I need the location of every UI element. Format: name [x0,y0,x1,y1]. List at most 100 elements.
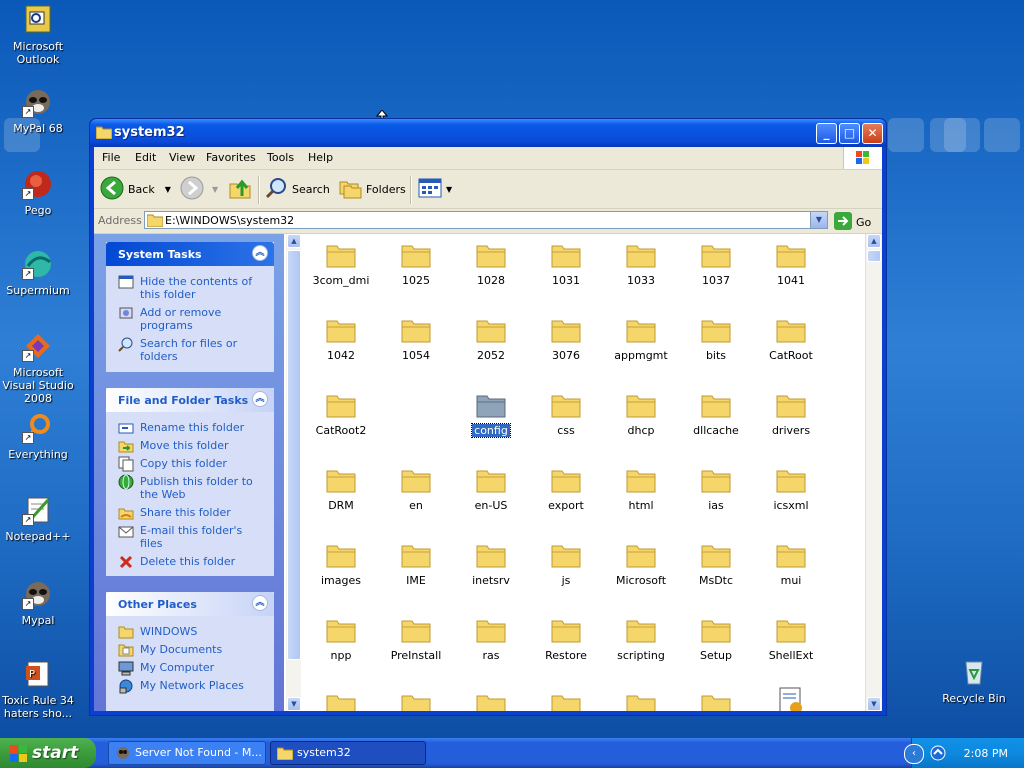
folder-item-partial[interactable] [680,692,752,711]
folder-item[interactable]: 1037 [680,242,752,287]
folder-item[interactable]: ShellExt [755,617,827,662]
start-button[interactable]: start [0,738,96,768]
folder-item[interactable]: 3076 [530,317,602,362]
folder-item[interactable]: Setup [680,617,752,662]
folder-item[interactable]: 1025 [380,242,452,287]
task-copy-folder[interactable]: Copy this folder [106,454,274,472]
folder-item[interactable]: appmgmt [605,317,677,362]
task-publish-web[interactable]: Publish this folder to the Web [106,472,274,503]
folder-item[interactable]: dhcp [605,392,677,437]
go-button[interactable]: Go [834,212,871,233]
place-my-documents[interactable]: My Documents [106,640,274,658]
task-share-folder[interactable]: Share this folder [106,503,274,521]
task-email-files[interactable]: E-mail this folder's files [106,521,274,552]
back-button[interactable]: Back ▼ [100,176,171,202]
place-my-network-places[interactable]: My Network Places [106,676,274,694]
task-delete-folder[interactable]: Delete this folder [106,552,274,570]
folder-item[interactable]: DRM [305,467,377,512]
desktop-icon-powerpoint[interactable]: P Toxic Rule 34 haters sho... [0,658,76,720]
settings-file-item[interactable] [755,686,827,711]
file-list-scrollbar[interactable]: ▲ ▼ [865,234,882,711]
folder-item-partial[interactable] [455,692,527,711]
folder-item-partial[interactable] [530,692,602,711]
views-button[interactable]: ▼ [418,176,452,202]
folder-item[interactable]: css [530,392,602,437]
folder-item[interactable]: scripting [605,617,677,662]
folder-item[interactable]: en [380,467,452,512]
chevron-down-icon[interactable]: ▼ [165,185,171,194]
folder-item-partial[interactable] [380,692,452,711]
folder-item[interactable]: mui [755,542,827,587]
file-folder-tasks-header[interactable]: File and Folder Tasks ︽ [106,388,274,412]
folder-item[interactable]: config [455,392,527,438]
folder-item[interactable]: 1031 [530,242,602,287]
folder-item[interactable]: html [605,467,677,512]
folder-item[interactable]: CatRoot [755,317,827,362]
desktop-icon-notepadpp[interactable]: ↗ Notepad++ [0,494,76,543]
task-rename-folder[interactable]: Rename this folder [106,418,274,436]
desktop-icon-outlook[interactable]: Microsoft Outlook [0,4,76,66]
folder-item-partial[interactable] [305,692,377,711]
folder-item[interactable]: npp [305,617,377,662]
folder-item[interactable]: 1042 [305,317,377,362]
folder-item[interactable]: MsDtc [680,542,752,587]
folder-item[interactable]: 1033 [605,242,677,287]
scroll-down-arrow-icon[interactable]: ▼ [867,697,881,711]
folder-item[interactable]: dllcache [680,392,752,437]
task-search-files[interactable]: Search for files or folders [106,334,274,365]
folder-item[interactable]: CatRoot2 [305,392,377,437]
menu-help[interactable]: Help [308,151,333,164]
menu-favorites[interactable]: Favorites [206,151,256,164]
folder-item[interactable]: Microsoft [605,542,677,587]
place-my-computer[interactable]: My Computer [106,658,274,676]
chevron-down-icon[interactable]: ▼ [212,185,218,194]
folder-item[interactable]: en-US [455,467,527,512]
taskbar-task-system32[interactable]: system32 [270,741,426,765]
desktop-icon-everything[interactable]: ↗ Everything [0,412,76,461]
folder-item[interactable]: 2052 [455,317,527,362]
scroll-thumb[interactable] [867,250,881,262]
menu-tools[interactable]: Tools [267,151,294,164]
address-input[interactable]: E:\WINDOWS\system32 ▼ [144,211,828,229]
taskbar-task-browser[interactable]: Server Not Found - M... [108,741,266,765]
show-hidden-icons-chevron-icon[interactable]: ‹ [904,744,924,764]
folder-item[interactable]: drivers [755,392,827,437]
task-add-remove-programs[interactable]: Add or remove programs [106,303,274,334]
folder-item[interactable]: 1041 [755,242,827,287]
folder-item[interactable]: IME [380,542,452,587]
up-folder-button[interactable] [228,176,252,202]
desktop-icon-mypal[interactable]: ↗ Mypal [0,578,76,627]
task-hide-contents[interactable]: Hide the contents of this folder [106,272,274,303]
desktop-icon-mypal68[interactable]: ↗ MyPal 68 [0,86,76,135]
scroll-up-arrow-icon[interactable]: ▲ [287,234,301,248]
maximize-button[interactable]: □ [839,123,860,144]
folder-item[interactable]: 3com_dmi [305,242,377,287]
folder-item[interactable]: js [530,542,602,587]
close-button[interactable]: ✕ [862,123,883,144]
scroll-up-arrow-icon[interactable]: ▲ [867,234,881,248]
system-tasks-header[interactable]: System Tasks ︽ [106,242,274,266]
folder-item[interactable]: ias [680,467,752,512]
folder-item[interactable]: 1028 [455,242,527,287]
folder-item[interactable]: export [530,467,602,512]
folder-item[interactable]: Restore [530,617,602,662]
desktop-icon-supermium[interactable]: ↗ Supermium [0,248,76,297]
other-places-header[interactable]: Other Places ︽ [106,592,274,616]
collapse-chevron-icon[interactable]: ︽ [252,595,268,611]
title-bar[interactable]: system32 _ □ ✕ [90,119,886,147]
minimize-button[interactable]: _ [816,123,837,144]
folder-item[interactable]: inetsrv [455,542,527,587]
folder-item[interactable]: 1054 [380,317,452,362]
folder-item-partial[interactable] [605,692,677,711]
scroll-down-arrow-icon[interactable]: ▼ [287,697,301,711]
scroll-thumb[interactable] [287,250,301,660]
tray-app-icon[interactable] [930,745,946,761]
forward-button[interactable]: ▼ [180,176,218,202]
desktop-icon-visual-studio[interactable]: ↗ Microsoft Visual Studio 2008 [0,330,76,405]
folder-item[interactable]: images [305,542,377,587]
menu-view[interactable]: View [169,151,195,164]
desktop-icon-recycle-bin[interactable]: Recycle Bin [936,656,1012,705]
folder-item[interactable]: PreInstall [380,617,452,662]
folder-item[interactable]: icsxml [755,467,827,512]
menu-edit[interactable]: Edit [135,151,156,164]
